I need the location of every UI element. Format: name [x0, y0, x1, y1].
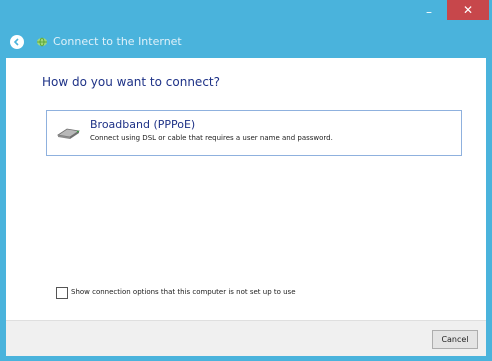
broadband-icon	[57, 128, 81, 139]
wizard-header: Connect to the Internet	[0, 27, 492, 58]
cancel-button[interactable]: Cancel	[432, 330, 478, 349]
option-description: Connect using DSL or cable that requires…	[90, 134, 333, 142]
title-bar[interactable]: – ✕	[0, 0, 492, 27]
show-all-options-checkbox[interactable]	[56, 287, 68, 299]
option-title: Broadband (PPPoE)	[90, 118, 196, 131]
close-button[interactable]: ✕	[447, 0, 489, 20]
minimize-button[interactable]: –	[416, 3, 442, 21]
dialog-footer: Cancel	[6, 320, 486, 356]
network-globe-icon	[37, 37, 47, 47]
option-broadband-pppoe[interactable]: Broadband (PPPoE) Connect using DSL or c…	[46, 110, 462, 156]
wizard-title: Connect to the Internet	[53, 35, 182, 48]
back-button[interactable]	[10, 35, 24, 49]
show-all-options-label[interactable]: Show connection options that this comput…	[71, 286, 296, 299]
wizard-content: How do you want to connect? Broadband (P…	[6, 58, 486, 320]
dialog-window: – ✕ Connect to the Internet How do you w…	[0, 0, 492, 361]
back-arrow-icon	[13, 38, 19, 46]
page-heading: How do you want to connect?	[42, 75, 220, 89]
